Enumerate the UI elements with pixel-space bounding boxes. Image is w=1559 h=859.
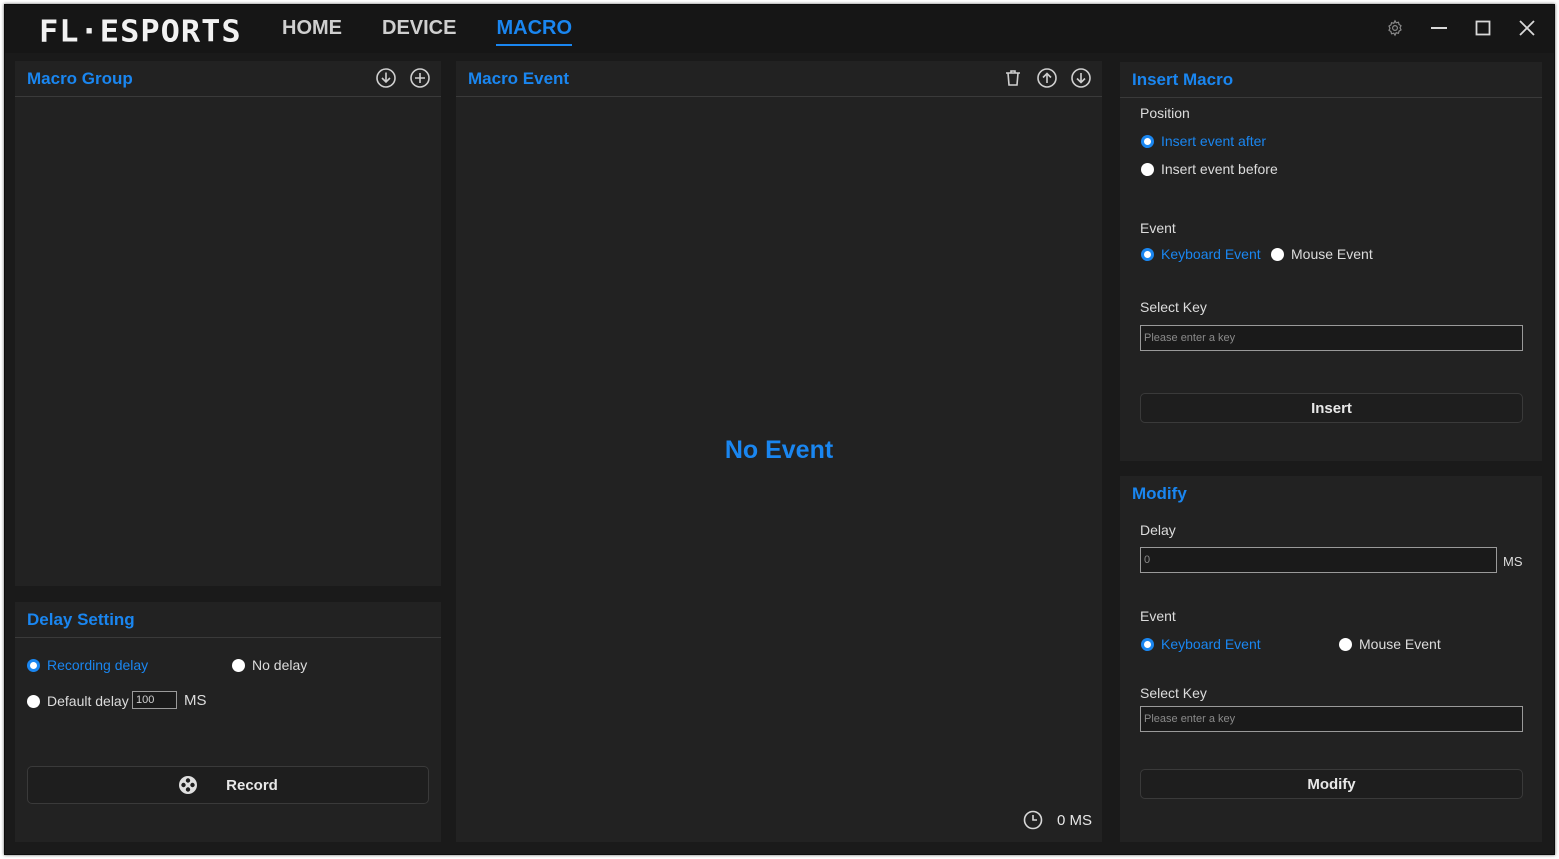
default-delay-input[interactable] (132, 691, 177, 709)
trash-icon[interactable] (1002, 67, 1024, 89)
macro-group-panel: Macro Group (15, 61, 441, 586)
delay-label: Delay (1140, 522, 1176, 538)
title-bar: FL·ESPORTS HOME DEVICE MACRO (5, 5, 1554, 53)
macro-event-header: Macro Event (456, 61, 1102, 97)
insert-macro-title: Insert Macro (1132, 70, 1234, 89)
radio-dot (1141, 247, 1154, 261)
macro-group-title: Macro Group (27, 69, 133, 88)
insert-after-radio[interactable]: Insert event after (1141, 133, 1266, 149)
main-nav: HOME DEVICE MACRO (282, 17, 573, 46)
insert-macro-panel: Insert Macro Position Insert event after… (1120, 62, 1542, 461)
event-label: Event (1140, 220, 1176, 236)
keyboard-event-radio[interactable]: Keyboard Event (1141, 246, 1261, 262)
position-label: Position (1140, 105, 1190, 121)
move-down-icon[interactable] (1070, 67, 1092, 89)
select-key-label: Select Key (1140, 299, 1207, 315)
modify-header: Modify (1120, 476, 1542, 512)
download-icon[interactable] (375, 67, 397, 89)
radio-dot (1141, 134, 1154, 148)
modify-mouse-event-radio[interactable]: Mouse Event (1339, 636, 1441, 652)
record-icon (178, 775, 198, 795)
empty-state-text: No Event (724, 436, 834, 464)
delay-setting-title: Delay Setting (27, 610, 135, 629)
clock-icon (1023, 810, 1043, 830)
radio-dot (27, 694, 40, 708)
window-controls (1382, 15, 1540, 41)
app-window: FL·ESPORTS HOME DEVICE MACRO Macro Group… (4, 4, 1555, 855)
macro-event-panel: Macro Event No Event 0 MS (456, 61, 1102, 842)
minimize-icon[interactable] (1426, 15, 1452, 41)
mouse-event-radio[interactable]: Mouse Event (1271, 246, 1373, 262)
maximize-icon[interactable] (1470, 15, 1496, 41)
modify-event-label: Event (1140, 608, 1176, 624)
modify-button[interactable]: Modify (1140, 769, 1523, 799)
delay-setting-header: Delay Setting (15, 602, 441, 638)
insert-before-radio[interactable]: Insert event before (1141, 161, 1278, 177)
record-button[interactable]: Record (27, 766, 429, 804)
brand-logo: FL·ESPORTS (39, 12, 242, 50)
move-up-icon[interactable] (1036, 67, 1058, 89)
no-delay-radio[interactable]: No delay (232, 657, 307, 673)
close-icon[interactable] (1514, 15, 1540, 41)
nav-macro[interactable]: MACRO (496, 17, 573, 46)
insert-macro-header: Insert Macro (1120, 62, 1542, 98)
nav-device[interactable]: DEVICE (382, 17, 456, 46)
total-time: 0 MS (1023, 810, 1092, 830)
modify-title: Modify (1132, 484, 1187, 503)
insert-button[interactable]: Insert (1140, 393, 1523, 423)
default-delay-unit: MS (184, 692, 207, 709)
recording-delay-radio[interactable]: Recording delay (27, 657, 148, 673)
delay-unit: MS (1503, 554, 1523, 569)
radio-dot (1141, 162, 1154, 176)
key-input[interactable] (1140, 325, 1523, 351)
delay-setting-panel: Delay Setting Recording delay No delay D… (15, 602, 441, 842)
radio-dot (27, 658, 40, 672)
radio-dot (232, 658, 245, 672)
macro-group-header: Macro Group (15, 61, 441, 97)
macro-event-title: Macro Event (468, 69, 570, 88)
settings-icon[interactable] (1382, 15, 1408, 41)
radio-dot (1271, 247, 1284, 261)
modify-keyboard-event-radio[interactable]: Keyboard Event (1141, 636, 1261, 652)
default-delay-radio[interactable]: Default delay (27, 693, 129, 709)
radio-dot (1141, 637, 1154, 651)
modify-select-key-label: Select Key (1140, 685, 1207, 701)
modify-key-input[interactable] (1140, 706, 1523, 732)
modify-panel: Modify Delay MS Event Keyboard Event Mou… (1120, 476, 1542, 842)
record-label: Record (226, 776, 278, 794)
radio-dot (1339, 637, 1352, 651)
add-icon[interactable] (409, 67, 431, 89)
nav-home[interactable]: HOME (282, 17, 342, 46)
total-time-value: 0 MS (1056, 811, 1092, 829)
delay-input[interactable] (1140, 547, 1497, 573)
